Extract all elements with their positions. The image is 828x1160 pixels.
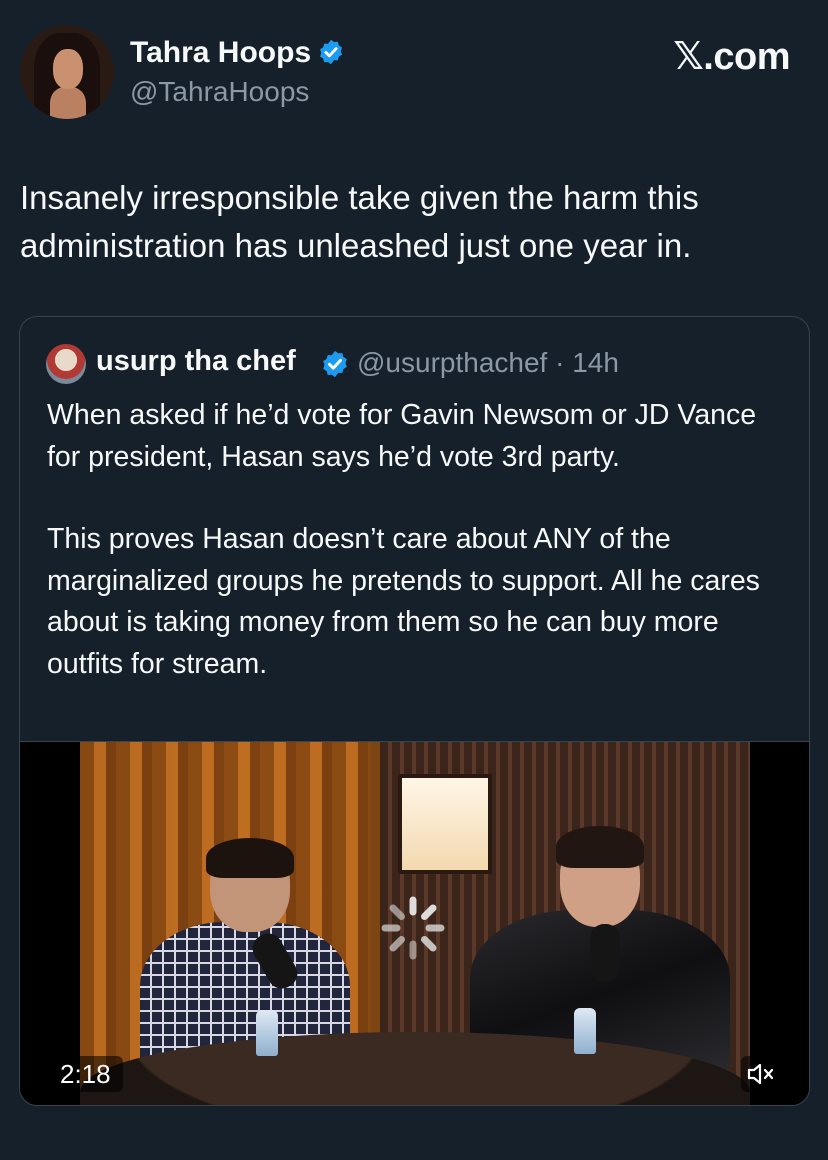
quoted-tweet-time[interactable]: 14h: [572, 347, 619, 378]
quoted-paragraph: This proves Hasan doesn’t care about ANY…: [47, 523, 760, 680]
tweet-text: Insanely irresponsible take given the ha…: [20, 179, 699, 264]
author-handle[interactable]: @TahraHoops: [130, 76, 309, 108]
mute-button[interactable]: [741, 1056, 781, 1092]
muted-speaker-icon: [747, 1063, 774, 1085]
avatar-face: [53, 49, 83, 89]
quoted-tweet-card[interactable]: usurp tha chef @usurpthachef · 14h When …: [19, 316, 810, 1106]
brand-logo: 𝕏.com: [673, 36, 790, 78]
quoted-tweet-meta: @usurpthachef · 14h: [357, 347, 619, 379]
quoted-paragraph: When asked if he’d vote for Gavin Newsom…: [47, 399, 757, 473]
microphone: [590, 924, 620, 982]
video-player[interactable]: 2:18: [20, 741, 809, 1105]
avatar-neck: [50, 87, 86, 119]
meta-separator: ·: [555, 347, 565, 378]
video-duration: 2:18: [48, 1056, 123, 1092]
verified-badge-icon: [320, 39, 343, 65]
verified-badge-icon: [323, 350, 347, 378]
water-bottle: [256, 1010, 278, 1056]
quoted-author-avatar[interactable]: [46, 344, 86, 384]
water-bottle: [574, 1008, 596, 1054]
author-name-text[interactable]: Tahra Hoops: [130, 36, 311, 69]
quoted-author-handle[interactable]: @usurpthachef: [357, 347, 547, 378]
author-avatar[interactable]: [20, 25, 114, 119]
author-name[interactable]: Tahra Hoops: [130, 36, 345, 70]
loading-spinner-icon: [381, 896, 445, 960]
quoted-author-name[interactable]: usurp tha chef: [96, 345, 296, 378]
quoted-tweet-text: When asked if he’d vote for Gavin Newsom…: [47, 395, 787, 726]
